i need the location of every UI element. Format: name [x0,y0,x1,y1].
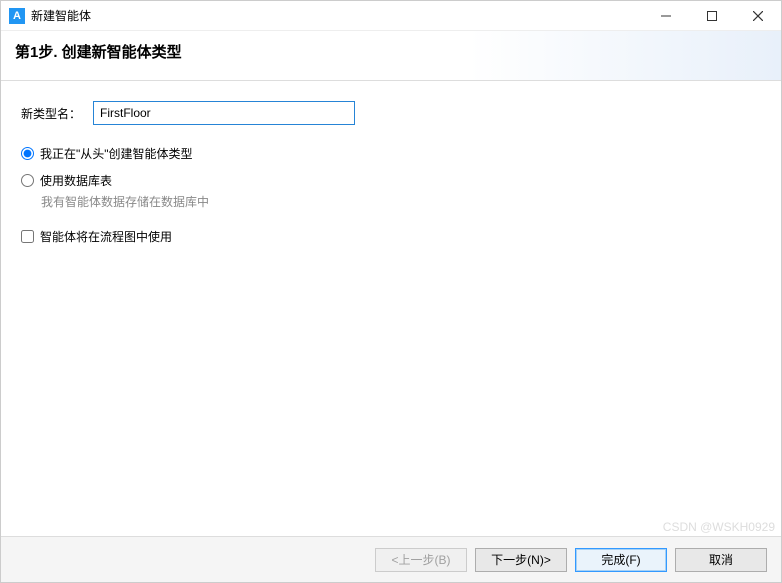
step-title: 第1步. 创建新智能体类型 [15,41,767,62]
db-hint-text: 我有智能体数据存储在数据库中 [41,193,761,210]
flow-checkbox-label: 智能体将在流程图中使用 [40,228,172,245]
wizard-content: 新类型名： 我正在"从头"创建智能体类型 使用数据库表 我有智能体数据存储在数据… [1,81,781,536]
button-bar: <上一步(B) 下一步(N)> 完成(F) 取消 [1,536,781,582]
maximize-icon [707,11,717,21]
close-button[interactable] [735,1,781,31]
type-name-input[interactable] [93,101,355,125]
cancel-button[interactable]: 取消 [675,548,767,572]
radio-use-db-row[interactable]: 使用数据库表 [21,172,761,189]
name-label: 新类型名： [21,105,81,122]
titlebar: A 新建智能体 [1,1,781,31]
back-button: <上一步(B) [375,548,467,572]
name-row: 新类型名： [21,101,761,125]
radio-from-scratch[interactable] [21,147,34,160]
radio-from-scratch-label: 我正在"从头"创建智能体类型 [40,145,193,162]
radio-from-scratch-row[interactable]: 我正在"从头"创建智能体类型 [21,145,761,162]
creation-mode-group: 我正在"从头"创建智能体类型 使用数据库表 我有智能体数据存储在数据库中 [21,145,761,210]
maximize-button[interactable] [689,1,735,31]
finish-button[interactable]: 完成(F) [575,548,667,572]
window-title: 新建智能体 [31,7,91,24]
wizard-header: 第1步. 创建新智能体类型 [1,31,781,81]
watermark: CSDN @WSKH0929 [663,520,775,534]
flow-checkbox-row[interactable]: 智能体将在流程图中使用 [21,228,761,245]
radio-use-db-label: 使用数据库表 [40,172,112,189]
minimize-icon [661,11,671,21]
minimize-button[interactable] [643,1,689,31]
next-button[interactable]: 下一步(N)> [475,548,567,572]
app-icon: A [9,8,25,24]
radio-use-db[interactable] [21,174,34,187]
close-icon [753,11,763,21]
flow-checkbox[interactable] [21,230,34,243]
